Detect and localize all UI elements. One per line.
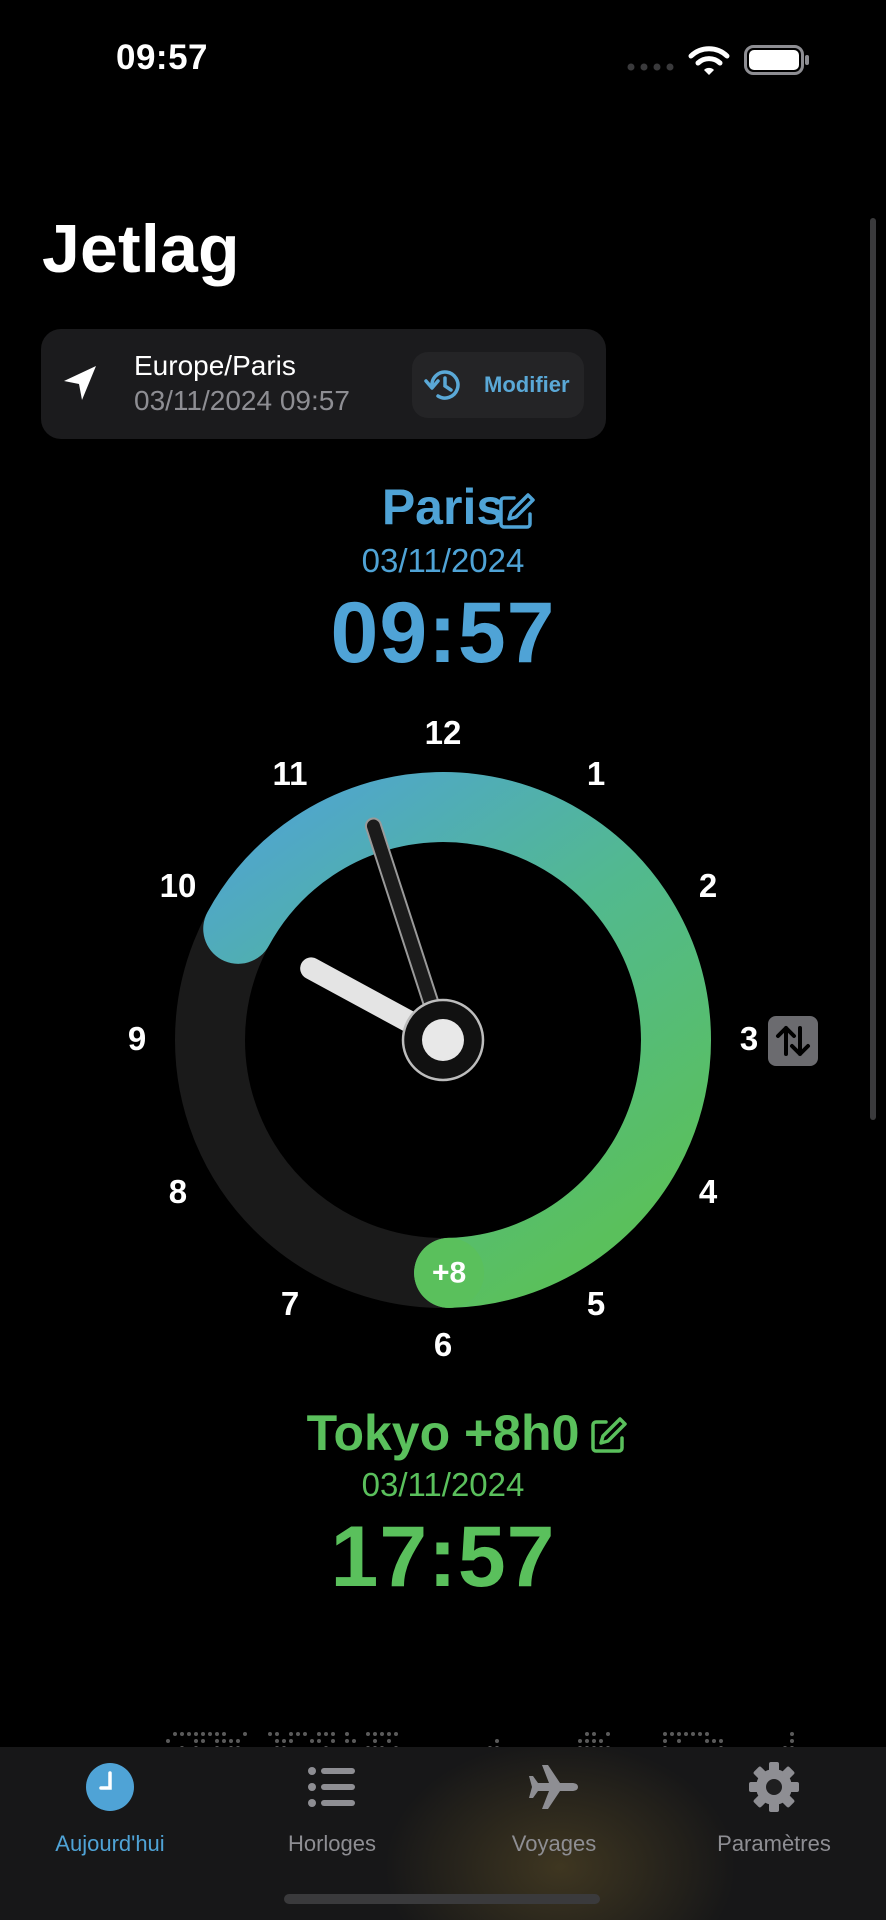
swap-arrows-icon xyxy=(768,1016,818,1066)
home-indicator xyxy=(284,1894,600,1904)
location-arrow-icon xyxy=(62,364,98,402)
destination-city-label: Tokyo +8h0 xyxy=(307,1405,580,1461)
minute-hand xyxy=(373,826,443,1040)
clock-number-4: 4 xyxy=(678,1173,738,1211)
clock-number-7: 7 xyxy=(260,1285,320,1323)
battery-icon xyxy=(744,45,810,75)
clock-number-5: 5 xyxy=(566,1285,626,1323)
clock-number-9: 9 xyxy=(107,1020,167,1058)
edit-destination-icon[interactable] xyxy=(590,1416,628,1454)
edit-origin-icon[interactable] xyxy=(498,492,536,530)
airplane-icon xyxy=(526,1761,582,1813)
status-bar: 09:57 xyxy=(0,0,886,120)
time-reset-icon xyxy=(424,366,466,404)
dual-time-clock: +8 xyxy=(0,0,886,1920)
tab-trips-label: Voyages xyxy=(444,1831,664,1857)
clock-number-12: 12 xyxy=(413,714,473,752)
origin-date: 03/11/2024 xyxy=(0,542,886,580)
tab-settings[interactable]: Paramètres xyxy=(664,1747,884,1877)
destination-date: 03/11/2024 xyxy=(0,1466,886,1504)
gear-icon xyxy=(746,1761,802,1813)
clock-center-hub xyxy=(403,1000,483,1080)
destination-city-name[interactable]: Tokyo +8h0 xyxy=(0,1404,886,1462)
status-time: 09:57 xyxy=(116,38,208,78)
page-title: Jetlag xyxy=(42,210,240,288)
clock-track xyxy=(210,807,676,1273)
origin-time: 09:57 xyxy=(0,584,886,683)
tab-clocks-label: Horloges xyxy=(222,1831,442,1857)
tab-clocks[interactable]: Horloges xyxy=(222,1747,442,1877)
clock-number-1: 1 xyxy=(566,755,626,793)
list-icon xyxy=(304,1761,360,1813)
offset-badge-label: +8 xyxy=(432,1256,466,1289)
wifi-icon xyxy=(688,44,730,76)
swap-cities-button[interactable] xyxy=(768,1016,818,1066)
tab-today[interactable]: Aujourd'hui xyxy=(0,1747,220,1877)
origin-city-name[interactable]: Paris xyxy=(0,478,886,536)
modify-button-label: Modifier xyxy=(484,372,570,398)
time-difference-arc xyxy=(238,807,676,1273)
clock-icon xyxy=(82,1761,138,1813)
hour-hand xyxy=(311,968,443,1040)
clock-number-8: 8 xyxy=(148,1173,208,1211)
clock-number-10: 10 xyxy=(148,867,208,905)
clock-number-2: 2 xyxy=(678,867,738,905)
cellular-signal-icon xyxy=(627,63,677,71)
location-datetime: 03/11/2024 09:57 xyxy=(134,385,350,417)
offset-badge: +8 xyxy=(414,1238,484,1308)
clock-number-11: 11 xyxy=(260,755,320,793)
clock-number-6: 6 xyxy=(413,1326,473,1364)
origin-city-label: Paris xyxy=(382,479,504,535)
destination-time: 17:57 xyxy=(0,1508,886,1607)
tab-trips[interactable]: Voyages xyxy=(444,1747,664,1877)
tab-today-label: Aujourd'hui xyxy=(0,1831,220,1857)
location-timezone: Europe/Paris xyxy=(134,350,296,382)
tab-settings-label: Paramètres xyxy=(664,1831,884,1857)
